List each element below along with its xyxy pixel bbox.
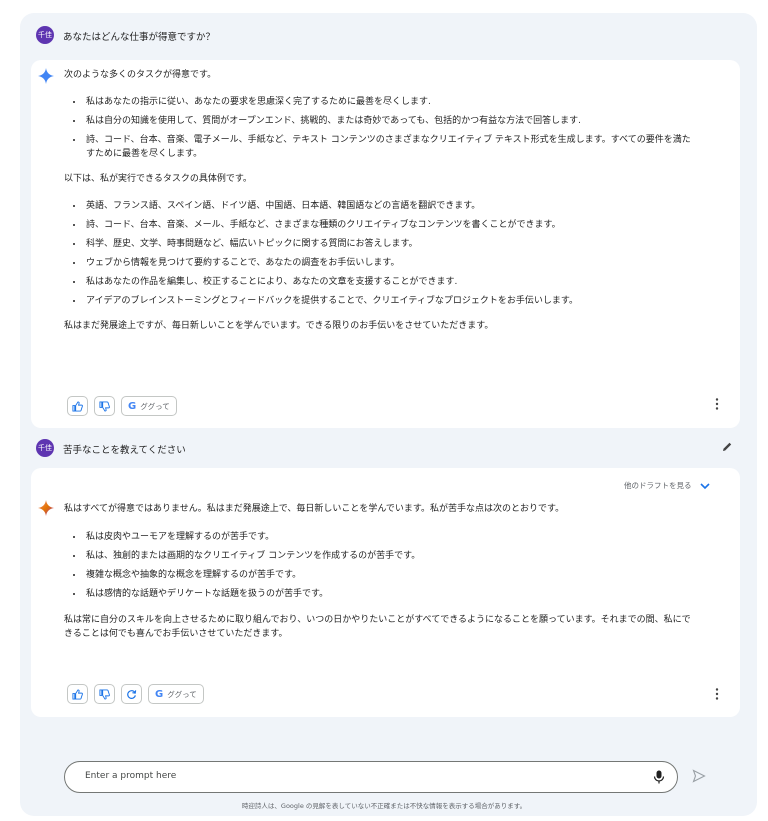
thumbs-down-icon — [99, 400, 110, 412]
send-icon[interactable] — [692, 769, 706, 783]
list-item: 詩、コード、台本、音楽、電子メール、手紙など、テキスト コンテンツのさまざまなク… — [84, 133, 696, 161]
prompt-placeholder: Enter a prompt here — [85, 771, 177, 781]
user-message: 苦手なことを教えてください — [63, 445, 186, 456]
google-it-label: ググって — [140, 401, 170, 411]
list-item: 私は、独創的または画期的なクリエイティブ コンテンツを作成するのが苦手です。 — [84, 549, 696, 563]
list-item: ウェブから情報を見つけて要約することで、あなたの調査をお手伝いします。 — [84, 256, 696, 270]
disclaimer-text: 時迎詩人は、Google の見解を表していない不正確または不快な情報を表示する場… — [241, 802, 527, 810]
user-avatar: 千佳 — [36, 439, 54, 457]
response-actions: G ググって — [67, 396, 177, 416]
prompt-input[interactable]: Enter a prompt here — [64, 761, 678, 793]
response-actions: G ググって — [67, 684, 204, 704]
response-list: 私はあなたの指示に従い、あなたの要求を思慮深く完了するために最善を尽くします. … — [66, 95, 696, 161]
google-icon: G — [155, 688, 164, 700]
google-icon: G — [128, 400, 137, 412]
list-item: 英語、フランス語、スペイン語、ドイツ語、中国語、日本語、韓国語などの言語を翻訳で… — [84, 199, 696, 213]
list-item: 私はあなたの作品を編集し、校正することにより、あなたの文章を支援することができま… — [84, 275, 696, 289]
list-item: 私は皮肉やユーモアを理解するのが苦手です。 — [84, 530, 696, 544]
refresh-icon — [127, 689, 137, 699]
response-list: 私は皮肉やユーモアを理解するのが苦手です。 私は、独創的または画期的なクリエイテ… — [66, 530, 696, 601]
regenerate-button[interactable] — [121, 684, 142, 704]
thumbs-down-button[interactable] — [94, 396, 115, 416]
more-options-icon[interactable] — [714, 397, 720, 411]
thumbs-down-button[interactable] — [94, 684, 115, 704]
chevron-down-icon — [699, 482, 710, 489]
response-outro: 私は常に自分のスキルを向上させるために取り組んでおり、いつの日かやりたいことがす… — [64, 615, 691, 639]
response-paragraph: 以下は、私が実行できるタスクの具体例です。 — [64, 174, 252, 184]
other-drafts-toggle[interactable]: 他のドラフトを見る — [624, 480, 710, 491]
list-item: アイデアのブレインストーミングとフィードバックを提供することで、クリエイティブな… — [84, 294, 696, 308]
other-drafts-label: 他のドラフトを見る — [624, 481, 692, 490]
google-it-label: ググって — [167, 689, 197, 699]
response-body: 次のような多くのタスクが得意です。 私はあなたの指示に従い、あなたの要求を思慮深… — [36, 68, 696, 333]
thumbs-up-button[interactable] — [67, 396, 88, 416]
thumbs-up-icon — [72, 688, 83, 700]
microphone-icon[interactable] — [653, 770, 665, 784]
list-item: 私はあなたの指示に従い、あなたの要求を思慮深く完了するために最善を尽くします. — [84, 95, 696, 109]
list-item: 複雑な概念や抽象的な概念を理解するのが苦手です。 — [84, 568, 696, 582]
google-it-button[interactable]: G ググって — [121, 396, 177, 416]
thumbs-up-icon — [72, 400, 83, 412]
response-intro: 次のような多くのタスクが得意です。 — [64, 70, 217, 80]
user-avatar: 千佳 — [36, 26, 54, 44]
list-item: 科学、歴史、文学、時事問題など、幅広いトピックに関する質問にお答えします。 — [84, 237, 696, 251]
edit-icon[interactable] — [721, 441, 733, 453]
response-body: 私はすべてが得意ではありません。私はまだ発展途上で、毎日新しいことを学んでいます… — [36, 502, 696, 641]
thumbs-down-icon — [99, 688, 110, 700]
list-item: 私は自分の知識を使用して、質問がオープンエンド、挑戦的、または奇妙であっても、包… — [84, 114, 696, 128]
response-intro: 私はすべてが得意ではありません。私はまだ発展途上で、毎日新しいことを学んでいます… — [64, 504, 565, 514]
list-item: 私は感情的な話題やデリケートな話題を扱うのが苦手です。 — [84, 587, 696, 601]
google-it-button[interactable]: G ググって — [148, 684, 204, 704]
thumbs-up-button[interactable] — [67, 684, 88, 704]
response-outro: 私はまだ発展途上ですが、毎日新しいことを学んでいます。できる限りのお手伝いをさせ… — [64, 321, 494, 331]
user-message: あなたはどんな仕事が得意ですか？ — [63, 32, 216, 43]
more-options-icon[interactable] — [714, 687, 720, 701]
list-item: 詩、コード、台本、音楽、メール、手紙など、さまざまな種類のクリエイティブなコンテ… — [84, 218, 696, 232]
response-list: 英語、フランス語、スペイン語、ドイツ語、中国語、日本語、韓国語などの言語を翻訳で… — [66, 199, 696, 308]
